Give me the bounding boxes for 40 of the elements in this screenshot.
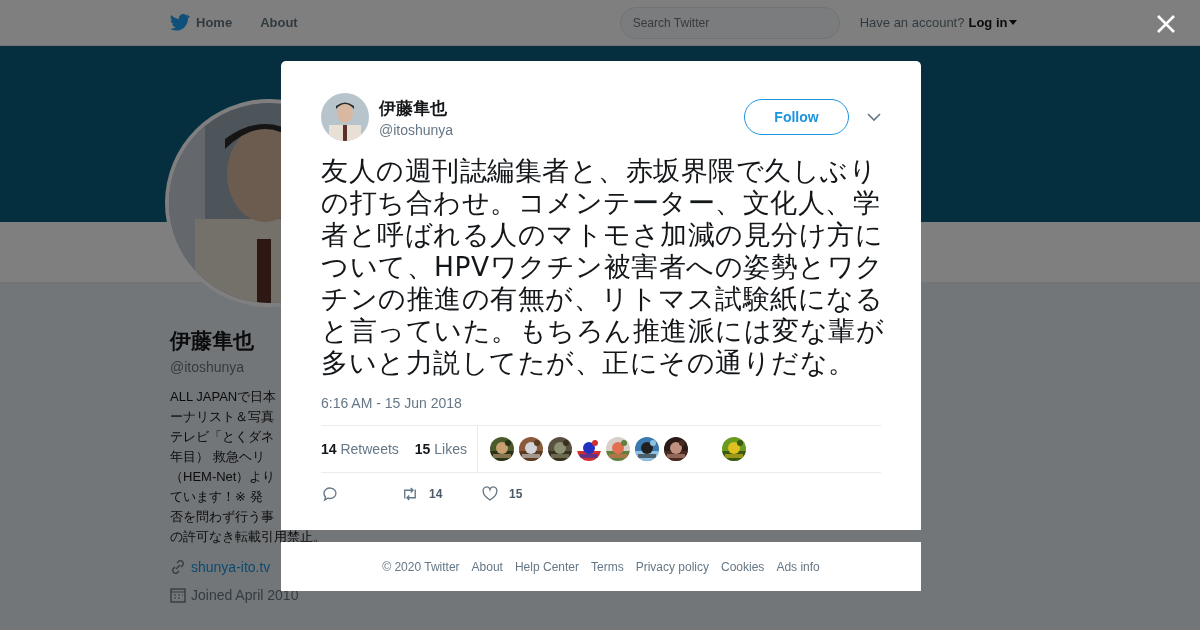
stat-count[interactable]: 15 Likes xyxy=(414,441,467,457)
bio-line: 年目） 救急ヘリ xyxy=(170,448,266,466)
close-icon[interactable] xyxy=(1156,14,1176,34)
heart-icon[interactable] xyxy=(481,485,499,503)
tweet-time[interactable]: 6:16 AM - 15 Jun 2018 xyxy=(321,395,881,411)
account-prompt: Have an account? xyxy=(859,15,965,30)
author-handle[interactable]: @itoshunya xyxy=(379,121,744,138)
tweet-text: 友人の週刊誌編集者と、赤坂界隈で久しぶりの打ち合わせ。コメンテーター、文化人、学者と呼ばれる人のマトモさ加減の見分け方について、HPVワクチン被害者への姿勢とワクチンの推進の有無が、リトマス試験紙になると言っていた。もちろん推進派には変な輩が多いと力説してたが、正にその通りだな。 xyxy=(321,155,885,379)
login-link[interactable]: Log in xyxy=(968,15,1018,30)
nav-link[interactable]: Home xyxy=(170,14,233,31)
caret-icon xyxy=(1009,20,1018,25)
calendar-icon xyxy=(170,587,186,603)
footer-link[interactable]: © 2020 Twitter xyxy=(382,559,460,574)
author-name[interactable]: 伊藤隼也 xyxy=(379,96,744,120)
link-icon xyxy=(170,559,186,575)
search-field[interactable]: Search Twitter xyxy=(619,6,840,39)
bio-line: ています！※ 発 xyxy=(170,488,264,506)
chevron-down-icon[interactable] xyxy=(867,110,881,124)
nav-link[interactable]: About xyxy=(260,15,298,30)
bird-icon xyxy=(170,14,190,31)
reply-icon[interactable] xyxy=(321,485,339,503)
footer-link[interactable]: Help Center xyxy=(514,559,579,574)
footer-link[interactable]: Privacy policy xyxy=(635,559,709,574)
bio-line: テレビ「とくダネ xyxy=(170,428,275,446)
footer-link[interactable]: About xyxy=(471,559,503,574)
bio-line: ALL JAPANで日本 xyxy=(170,388,278,406)
profile-handle: @itoshunya xyxy=(170,359,246,375)
footer-link[interactable]: Cookies xyxy=(721,559,765,574)
footer-link[interactable]: Terms xyxy=(591,559,624,574)
follow-button[interactable]: Follow xyxy=(744,99,849,135)
retweet-icon[interactable] xyxy=(401,485,419,503)
bio-line: （HEM-Net）より xyxy=(170,468,277,486)
bio-line: ーナリスト＆写真 xyxy=(170,408,275,426)
joined-date: Joined April 2010 xyxy=(191,587,299,603)
footer-link[interactable]: Ads info xyxy=(776,559,820,574)
stat-count[interactable]: 14 Retweets xyxy=(321,441,399,457)
action-count: 14 xyxy=(429,487,443,501)
profile-name: 伊藤隼也 xyxy=(170,328,255,354)
bio-line: 否を問わず行う事 xyxy=(170,508,275,526)
action-count: 15 xyxy=(509,487,523,501)
